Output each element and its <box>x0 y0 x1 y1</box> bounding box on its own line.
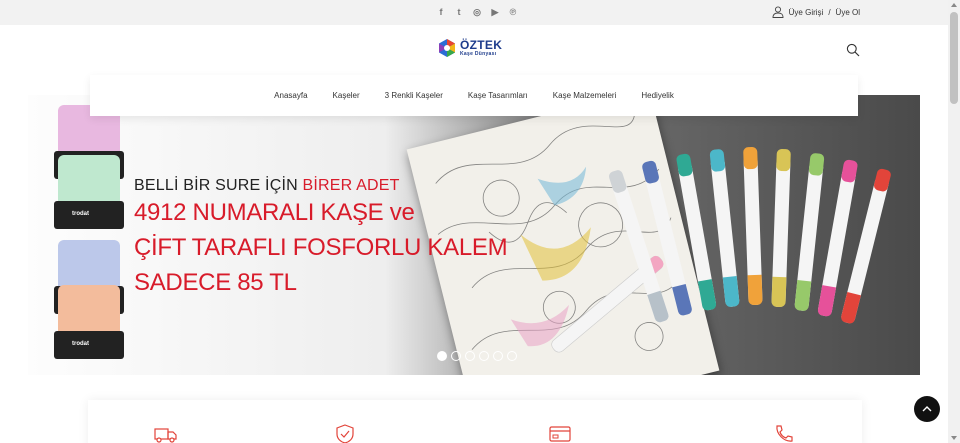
main-nav: Anasayfa Kaşeler 3 Renkli Kaşeler Kaşe T… <box>90 75 858 116</box>
stamp-product-mint: trodat <box>54 155 124 229</box>
credit-card-icon <box>549 426 571 442</box>
site-logo[interactable]: ÖZTEK Kaşe Dünyası <box>437 38 502 58</box>
marker-pen-4 <box>709 148 740 308</box>
slider-dot[interactable] <box>507 351 517 361</box>
promo-line-1: BELLİ BİR SURE İÇİN BİRER ADET <box>134 177 400 194</box>
features-strip <box>88 400 862 443</box>
logo-tagline: Kaşe Dünyası <box>460 50 497 57</box>
promo-text: BELLİ BİR SURE İÇİN BİRER ADET 4912 NUMA… <box>134 177 508 300</box>
slider-dot[interactable] <box>479 351 489 361</box>
phone-icon <box>776 425 793 442</box>
instagram-icon[interactable]: ◎ <box>472 6 482 18</box>
logo-mark-icon <box>439 39 455 57</box>
promo-line-3: ÇİFT TARAFLI FOSFORLU KALEM <box>134 234 508 261</box>
slider-dots <box>437 351 517 361</box>
account-links: Üye Girişi / Üye Ol <box>772 6 860 18</box>
logo-brand: ÖZTEK <box>460 37 503 52</box>
marker-pen-5 <box>743 146 763 306</box>
slider-dot[interactable] <box>451 351 461 361</box>
search-icon[interactable] <box>846 43 860 57</box>
nav-item-kaseler[interactable]: Kaşeler <box>333 91 360 100</box>
top-bar: f t ◎ ▶ ℗ Üye Girişi / Üye Ol <box>0 0 948 25</box>
nav-item-hediyelik[interactable]: Hediyelik <box>641 91 673 100</box>
back-to-top-button[interactable] <box>914 396 940 422</box>
account-separator: / <box>828 7 831 17</box>
social-links: f t ◎ ▶ ℗ <box>436 6 518 18</box>
user-icon <box>772 6 784 18</box>
twitter-icon[interactable]: t <box>454 6 464 18</box>
hero-slider[interactable]: trodat trodat trodat trodat BELLİ BİR SU… <box>28 95 920 375</box>
truck-icon <box>154 428 177 443</box>
register-link[interactable]: Üye Ol <box>836 8 860 17</box>
nav-item-anasayfa[interactable]: Anasayfa <box>274 91 307 100</box>
marker-pen-6 <box>771 148 791 308</box>
scroll-down-arrow-icon[interactable] <box>951 436 957 440</box>
scrollbar-thumb[interactable] <box>950 12 958 104</box>
promo-line-4: SADECE 85 TL <box>134 269 297 296</box>
chevron-up-icon <box>922 406 932 412</box>
nav-item-3-renkli-kaseler[interactable]: 3 Renkli Kaşeler <box>385 91 443 100</box>
stamp-product-peach: trodat <box>54 285 124 359</box>
promo-line-2: 4912 NUMARALI KAŞE ve <box>134 199 415 226</box>
slider-dot[interactable] <box>437 351 447 361</box>
nav-item-kase-tasarimlari[interactable]: Kaşe Tasarımları <box>468 91 528 100</box>
pinterest-icon[interactable]: ℗ <box>508 6 518 18</box>
marker-pen-7 <box>794 152 825 312</box>
scroll-up-arrow-icon[interactable] <box>951 3 957 7</box>
facebook-icon[interactable]: f <box>436 6 446 18</box>
slider-dot[interactable] <box>465 351 475 361</box>
shield-check-icon <box>336 424 354 443</box>
youtube-icon[interactable]: ▶ <box>490 6 500 18</box>
nav-item-kase-malzemeleri[interactable]: Kaşe Malzemeleri <box>553 91 617 100</box>
login-link[interactable]: Üye Girişi <box>789 8 824 17</box>
page-scrollbar[interactable] <box>948 0 960 443</box>
slider-dot[interactable] <box>493 351 503 361</box>
